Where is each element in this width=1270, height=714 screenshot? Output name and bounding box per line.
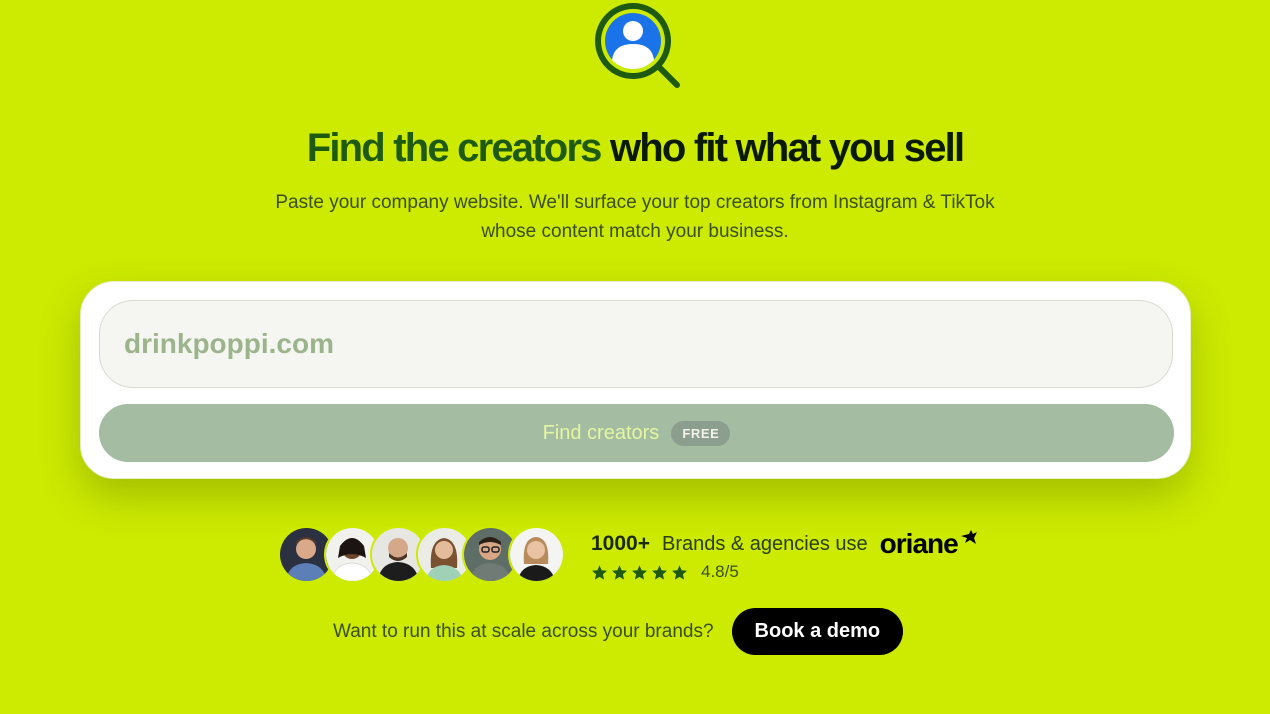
- brands-proof-line: 1000+ Brands & agencies use oriane: [591, 528, 978, 560]
- page-title-accent: Find the creators: [306, 126, 603, 170]
- rating: 4.8/5: [591, 562, 739, 582]
- star-icon: [672, 564, 687, 580]
- find-creators-button[interactable]: Find creators FREE: [99, 404, 1174, 462]
- page-title: Find the creators who fit what you sell: [0, 124, 1270, 172]
- brands-count: 1000+: [591, 532, 650, 555]
- bird-icon: [960, 530, 977, 544]
- rating-value: 4.8/5: [701, 562, 739, 581]
- avatar: [508, 526, 565, 583]
- book-demo-button[interactable]: Book a demo: [731, 608, 904, 655]
- subtitle-line-1: Paste your company website. We'll surfac…: [275, 192, 995, 213]
- star-icon: [652, 564, 667, 580]
- social-proof: 1000+ Brands & agencies use oriane 4.8/5: [278, 526, 998, 586]
- star-icon: [592, 564, 607, 580]
- avatar-group: [278, 526, 573, 586]
- brand-logo-text: oriane: [879, 528, 959, 559]
- logo: [590, 0, 684, 92]
- page-title-rest: who fit what you sell: [600, 126, 965, 170]
- star-icon: [632, 564, 647, 580]
- cta-text: Want to run this at scale across your br…: [333, 620, 714, 642]
- free-badge: FREE: [671, 420, 731, 446]
- page-subtitle: Paste your company website. We'll surfac…: [235, 188, 1035, 246]
- star-icon: [612, 564, 627, 580]
- search-card: Find creators FREE: [80, 281, 1191, 479]
- demo-cta: Want to run this at scale across your br…: [333, 608, 904, 655]
- user-search-icon: [595, 3, 680, 88]
- website-url-input[interactable]: [99, 300, 1173, 388]
- find-creators-label: Find creators: [542, 421, 660, 444]
- brands-text: Brands & agencies use: [661, 532, 868, 555]
- subtitle-line-2: whose content match your business.: [481, 221, 789, 242]
